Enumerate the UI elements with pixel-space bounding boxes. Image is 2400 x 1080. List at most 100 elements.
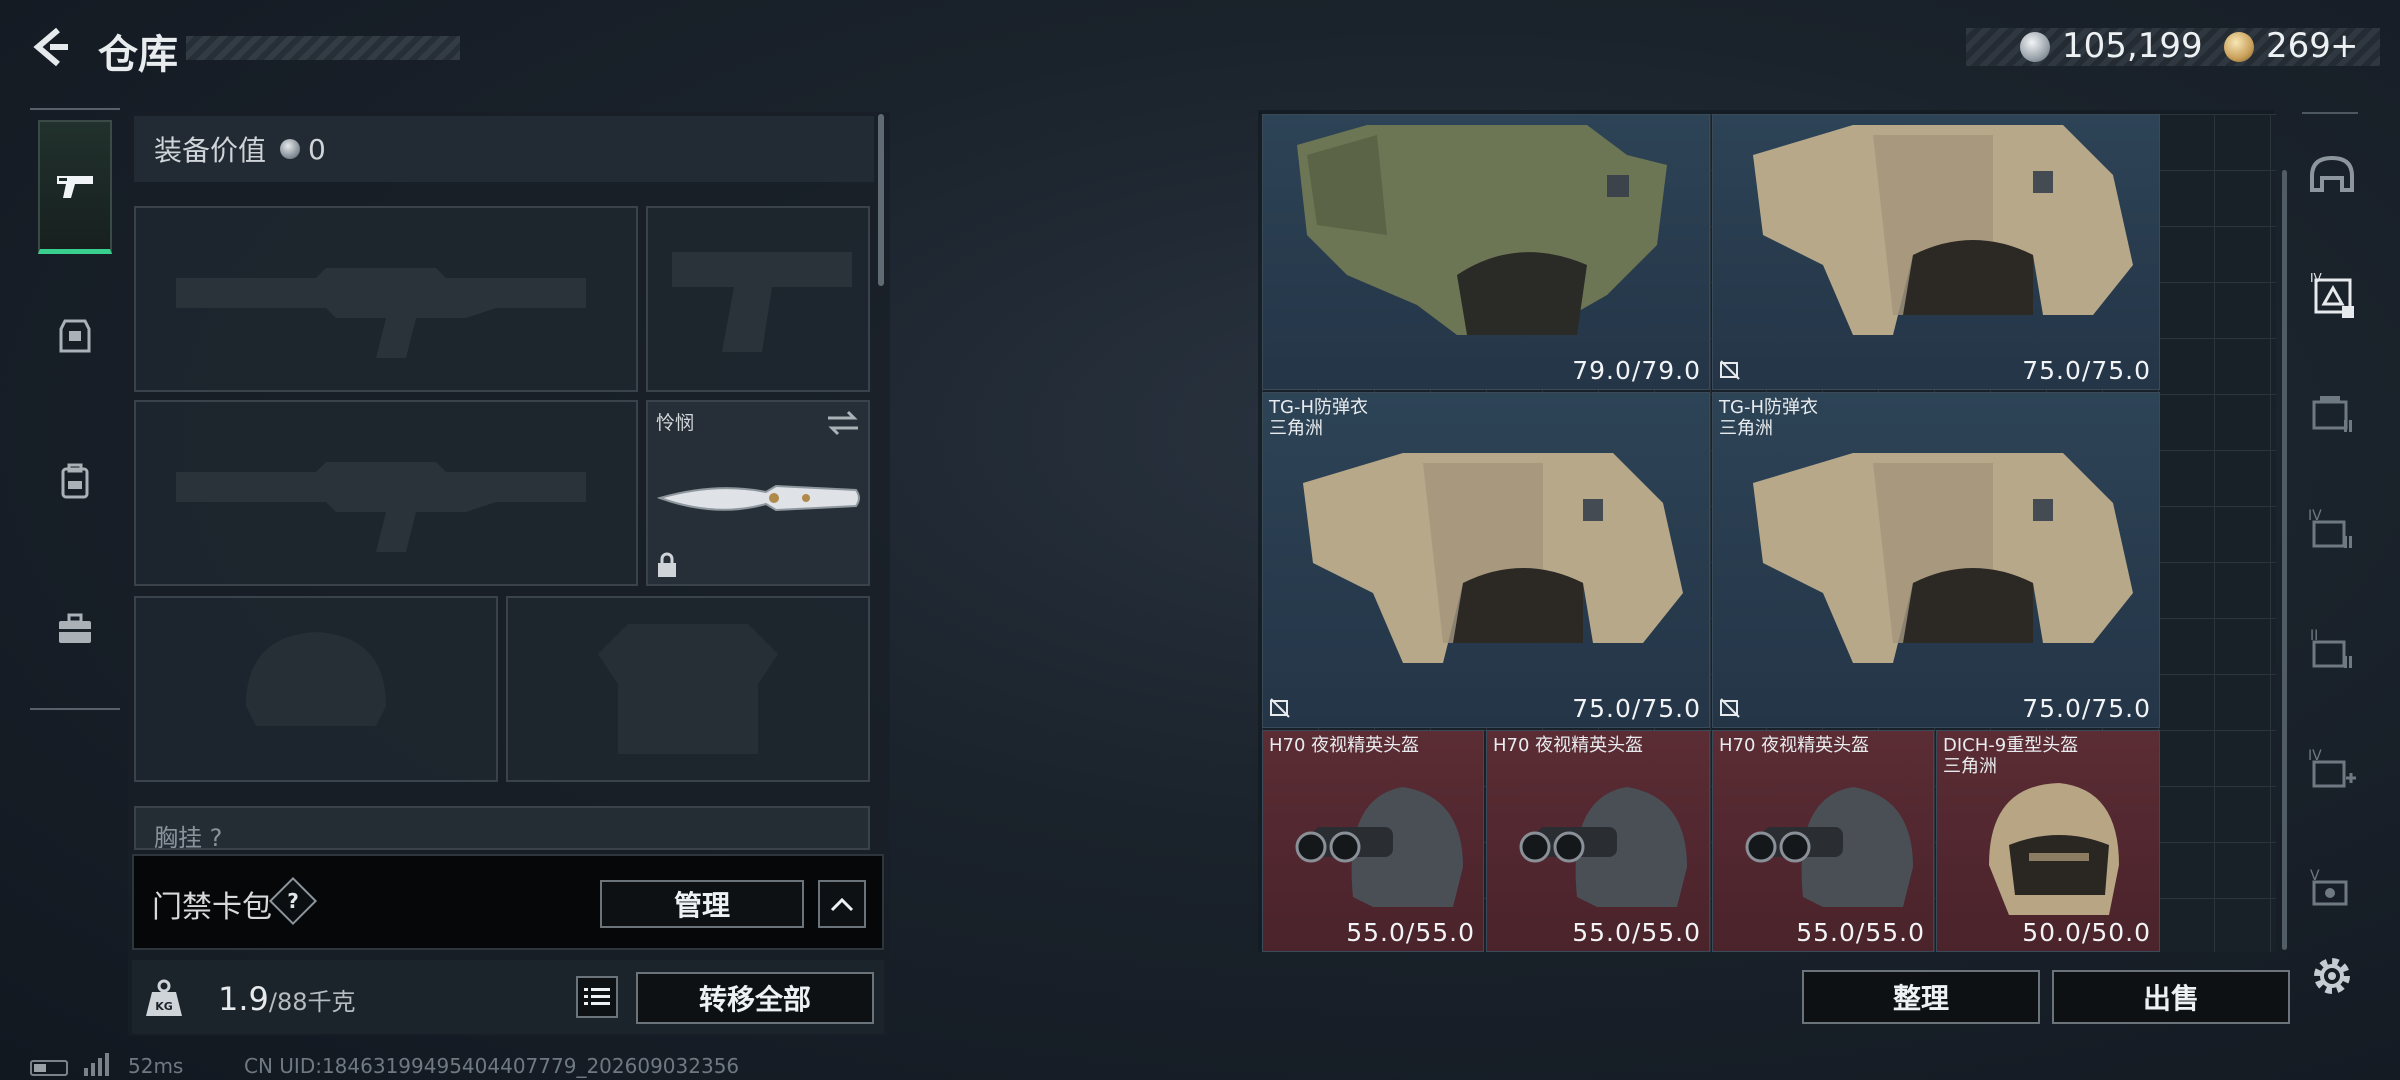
category-backpack[interactable] [38, 414, 112, 548]
silver-coin-icon [280, 139, 301, 159]
body-armor-icon [1753, 453, 2133, 663]
list-icon [584, 988, 610, 1005]
equipment-value-amount: 0 [308, 132, 326, 166]
item-name: TG-H防弹衣 三角洲 [1719, 397, 1818, 439]
carry-weight: 1.9/88千克 [218, 980, 356, 1018]
storage-item[interactable]: TG-H防弹衣 三角洲 75.0/75.0 [1262, 392, 1710, 728]
storage-item[interactable]: TG-H防弹衣 三角洲 75.0/75.0 [1712, 392, 2160, 728]
swap-icon[interactable] [826, 410, 860, 436]
category-bar-top-line [30, 108, 120, 110]
carry-weight-max: /88千克 [268, 988, 356, 1016]
rifle-silhouette-icon [176, 268, 586, 358]
body-armor-icon [1297, 125, 1667, 335]
storage-item[interactable]: H70 夜视精英头盔 55.0/55.0 [1486, 730, 1710, 952]
filter-bar-top-line [2302, 112, 2358, 114]
secondary-weapon-slot[interactable] [646, 206, 870, 392]
melee-weapon-slot[interactable]: 怜悯 [646, 400, 870, 586]
silver-coin-icon [2020, 32, 2050, 62]
carry-weight-value: 1.9 [218, 980, 269, 1018]
item-name: H70 夜视精英头盔 [1719, 735, 1870, 756]
settings-gear-icon[interactable] [2306, 950, 2358, 1002]
equipment-value-label: 装备价值 [154, 134, 267, 167]
category-armor[interactable] [38, 268, 112, 402]
item-durability: 50.0/50.0 [2022, 918, 2151, 947]
bound-item-icon [1270, 698, 1290, 718]
tier-v-filter-icon[interactable]: V [2306, 864, 2358, 916]
list-view-button[interactable] [576, 976, 618, 1018]
item-name: H70 夜视精英头盔 [1493, 735, 1644, 756]
player-uid: CN UID:18463199495404407779_202609032356 [244, 1054, 740, 1078]
storage-filter-icon[interactable] [2306, 388, 2358, 440]
rifle-silhouette-icon [176, 462, 586, 552]
back-arrow-icon[interactable] [28, 24, 74, 70]
bound-item-icon [1720, 360, 1740, 380]
item-durability: 75.0/75.0 [1572, 694, 1701, 723]
silver-currency-amount: 105,199 [2062, 26, 2203, 66]
item-durability: 55.0/55.0 [1346, 918, 1475, 947]
night-vision-helmet-icon [1519, 787, 1687, 907]
item-durability: 75.0/75.0 [2022, 694, 2151, 723]
armor-tier-iv-filter-icon[interactable]: IV [2306, 270, 2358, 322]
item-durability: 55.0/55.0 [1796, 918, 1925, 947]
svg-text:IV: IV [2310, 271, 2323, 285]
item-durability: 75.0/75.0 [2022, 356, 2151, 385]
item-name: H70 夜视精英头盔 [1269, 735, 1420, 756]
helmet-silhouette-icon [246, 632, 386, 726]
svg-text:KG: KG [155, 1000, 173, 1013]
item-name: DICH-9重型头盔 三角洲 [1943, 735, 2079, 777]
item-name: TG-H防弹衣 三角洲 [1269, 397, 1368, 439]
storage-item[interactable]: DICH-9重型头盔 三角洲 50.0/50.0 [1936, 730, 2160, 952]
lock-icon [658, 552, 676, 577]
briefcase-icon [59, 613, 91, 643]
body-armor-slot[interactable] [506, 596, 870, 782]
gold-currency-amount: 269 [2266, 26, 2331, 66]
heavy-helmet-icon [1989, 783, 2119, 915]
category-weapons[interactable] [38, 120, 112, 254]
primary-weapon-slot[interactable] [134, 206, 638, 392]
gold-coin-icon [2224, 32, 2254, 62]
melee-weapon-name: 怜悯 [656, 412, 695, 434]
tier-iv-storage-filter-icon[interactable]: IV [2306, 504, 2358, 556]
night-vision-helmet-icon [1745, 787, 1913, 907]
vest-silhouette-icon [598, 624, 778, 754]
sell-button[interactable]: 出售 [2052, 970, 2290, 1024]
card-wallet-label: 门禁卡包 [152, 890, 272, 925]
manage-button[interactable]: 管理 [600, 880, 804, 928]
category-bar-bottom-line [30, 708, 120, 710]
tier-ii-storage-filter-icon[interactable]: II [2306, 624, 2358, 676]
page-title: 仓库 [98, 32, 178, 78]
transfer-all-button[interactable]: 转移全部 [636, 972, 874, 1024]
storage-item[interactable]: H70 夜视精英头盔 55.0/55.0 [1262, 730, 1484, 952]
pistol-silhouette-icon [672, 252, 852, 352]
signal-icon [84, 1053, 109, 1076]
chest-rig-section-label: 胸挂 ? [134, 806, 870, 850]
chevron-up-icon [830, 897, 854, 912]
collapse-button[interactable] [818, 880, 866, 928]
add-currency-button[interactable]: + [2330, 26, 2359, 66]
storage-item[interactable]: 75.0/75.0 [1712, 114, 2160, 390]
equipment-value-row: 装备价值 0 [134, 116, 874, 182]
helmet-slot[interactable] [134, 596, 498, 782]
vest-icon [59, 319, 91, 353]
bound-item-icon [1720, 698, 1740, 718]
backpack-icon [61, 463, 89, 499]
weight-kg-icon: KG [146, 979, 182, 1016]
primary-weapon-slot-2[interactable] [134, 400, 638, 586]
item-durability: 79.0/79.0 [1572, 356, 1701, 385]
pistol-icon [57, 175, 93, 198]
equipment-scrollbar[interactable] [878, 114, 884, 286]
body-armor-icon [1753, 125, 2133, 335]
item-durability: 55.0/55.0 [1572, 918, 1701, 947]
storage-scrollbar[interactable] [2282, 170, 2287, 950]
sort-button[interactable]: 整理 [1802, 970, 2040, 1024]
tier-iv-add-filter-icon[interactable]: IV [2306, 744, 2358, 796]
helmet-filter-icon[interactable] [2306, 150, 2358, 202]
battery-icon [30, 1060, 68, 1076]
ping-value: 52ms [128, 1054, 184, 1078]
storage-item[interactable]: 79.0/79.0 [1262, 114, 1710, 390]
night-vision-helmet-icon [1295, 787, 1463, 907]
body-armor-icon [1303, 453, 1683, 663]
storage-item[interactable]: H70 夜视精英头盔 55.0/55.0 [1712, 730, 1934, 952]
knife-icon [656, 484, 860, 512]
category-supplies[interactable] [38, 562, 112, 696]
